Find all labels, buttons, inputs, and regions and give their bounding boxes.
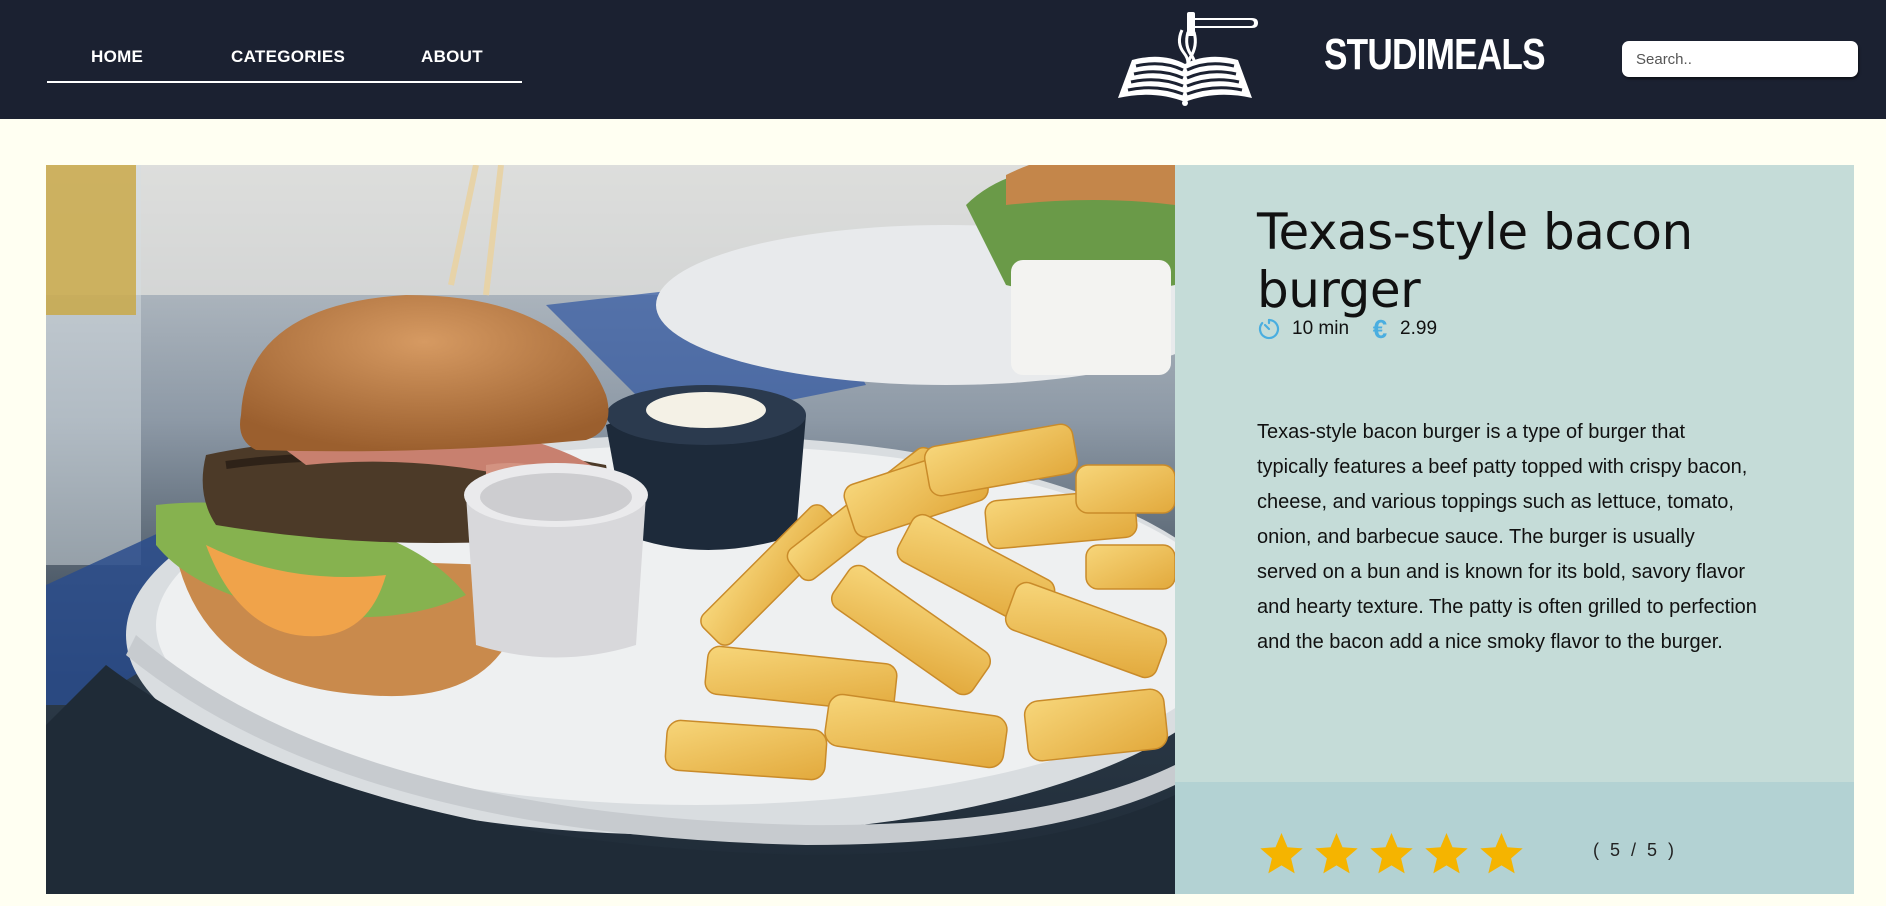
recipe-info-panel: Texas-style bacon burger 10 min € 2.99 T…	[1175, 165, 1854, 894]
euro-icon: €	[1372, 314, 1388, 344]
star-icon[interactable]	[1312, 830, 1361, 878]
nav-categories-link[interactable]: CATEGORIES	[231, 47, 345, 67]
recipe-title: Texas-style bacon burger	[1257, 203, 1693, 319]
nav-links: HOME CATEGORIES ABOUT	[47, 0, 522, 83]
recipe-card: Texas-style bacon burger 10 min € 2.99 T…	[46, 165, 1854, 894]
recipe-description: Texas-style bacon burger is a type of bu…	[1257, 421, 1757, 653]
recipe-meta: 10 min € 2.99	[1257, 314, 1459, 344]
star-rating[interactable]	[1257, 830, 1532, 878]
rating-bar: ( 5 / 5 )	[1175, 782, 1854, 894]
nav-home-link[interactable]: HOME	[91, 47, 143, 67]
burger-and-fries-photo	[46, 165, 1175, 894]
star-icon[interactable]	[1257, 830, 1306, 878]
price: 2.99	[1400, 318, 1438, 339]
navbar: HOME CATEGORIES ABOUT STUDIMEALS	[0, 0, 1886, 119]
nav-about-link[interactable]: ABOUT	[421, 47, 483, 67]
star-icon[interactable]	[1367, 830, 1416, 878]
search-input[interactable]	[1622, 41, 1858, 77]
timer-icon	[1258, 318, 1280, 340]
star-icon[interactable]	[1422, 830, 1471, 878]
rating-label: ( 5 / 5 )	[1593, 840, 1678, 860]
star-icon[interactable]	[1477, 830, 1526, 878]
brand-name[interactable]: STUDIMEALS	[1324, 30, 1546, 80]
book-fork-icon[interactable]	[1112, 8, 1258, 106]
cook-time: 10 min	[1292, 318, 1350, 339]
